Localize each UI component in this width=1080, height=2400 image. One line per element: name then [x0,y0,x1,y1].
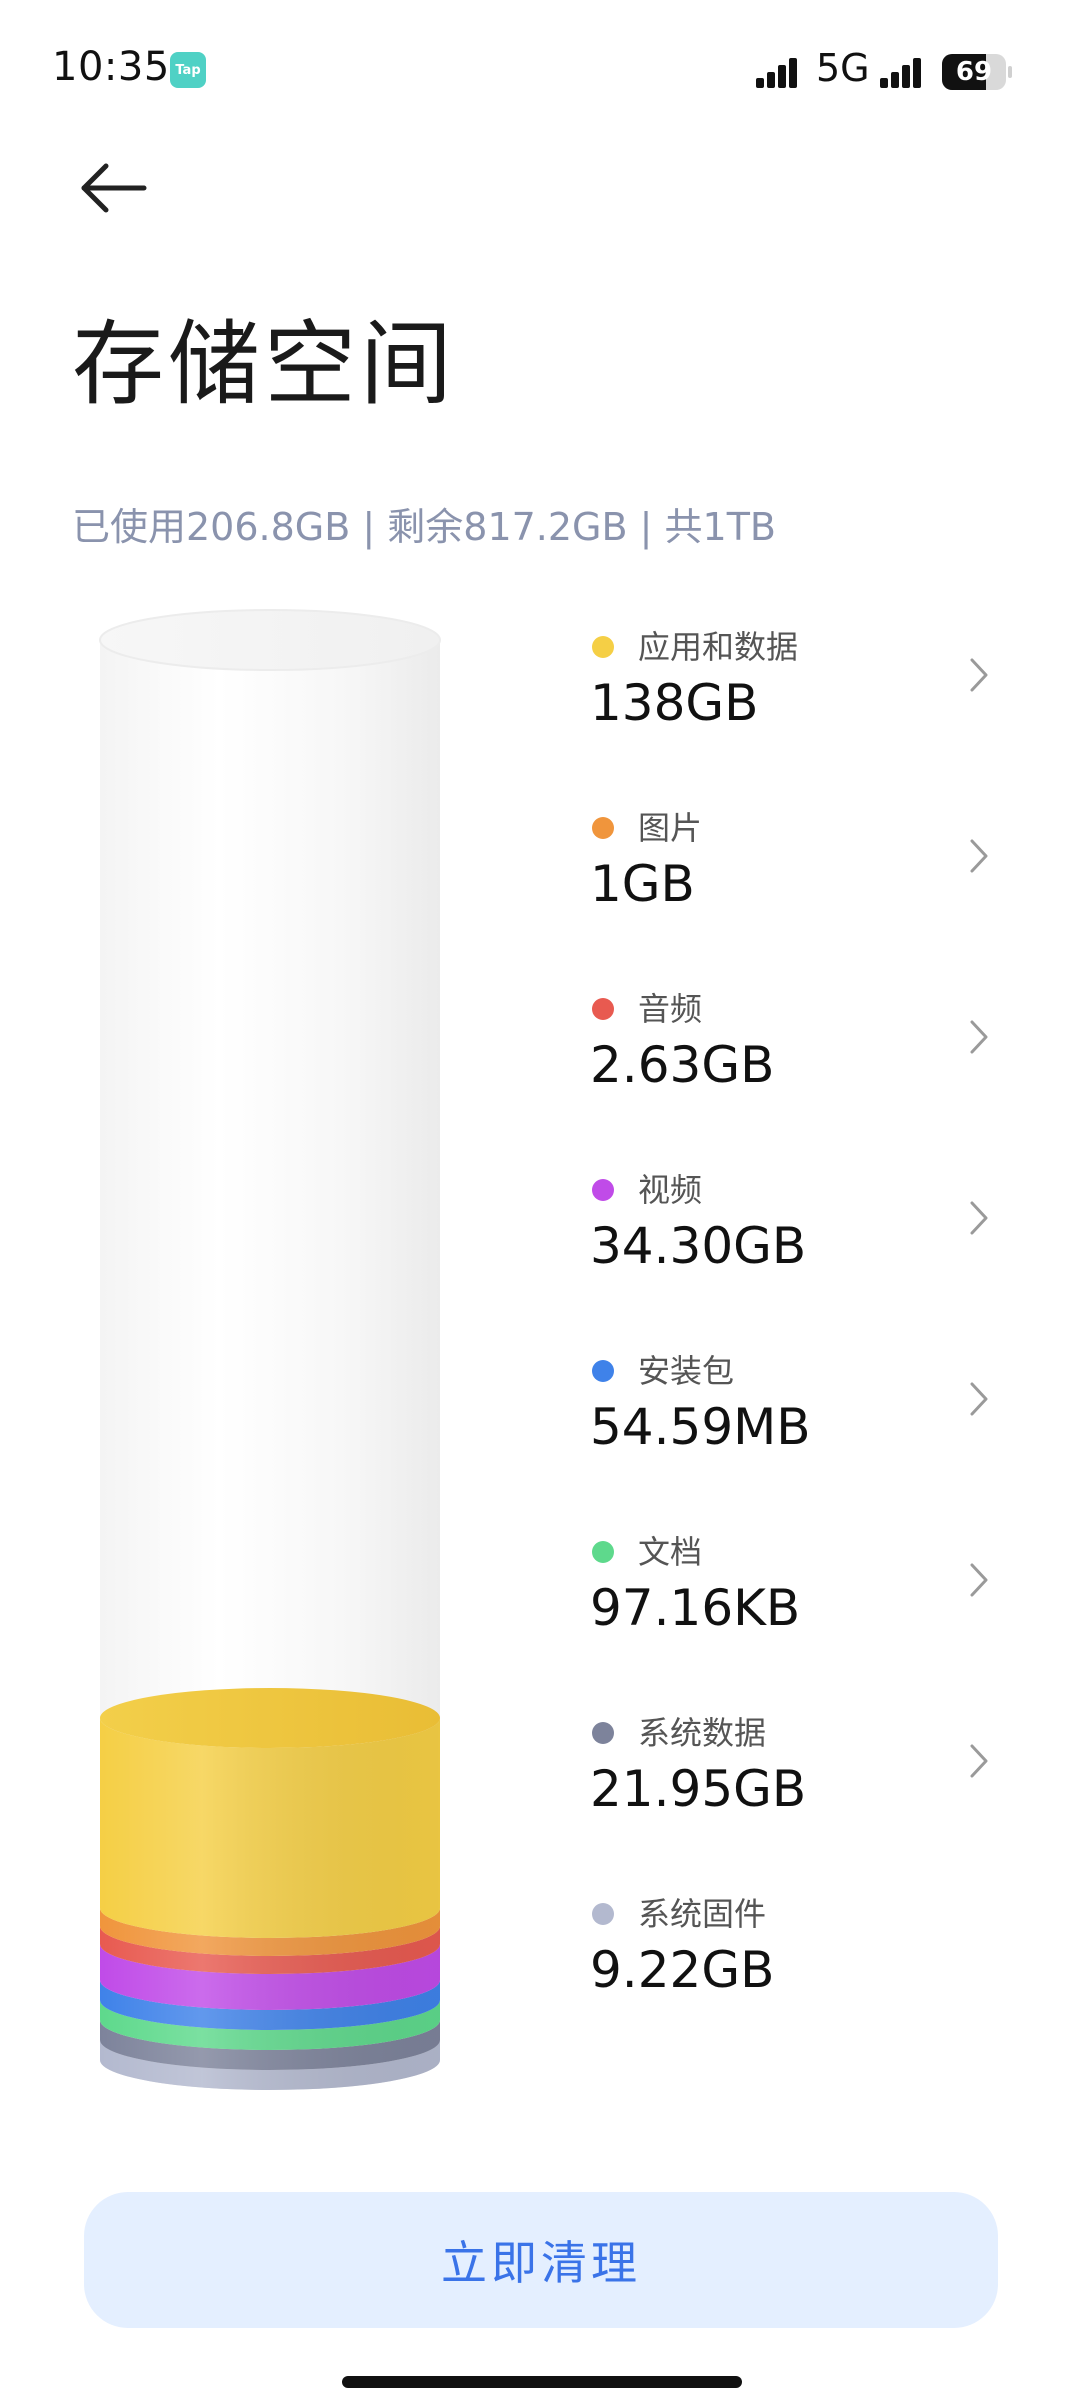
status-bar: 10:35 Tap 5G 69 [0,0,1080,140]
category-label: 系统数据 [638,1714,767,1752]
arrow-left-icon [81,163,147,213]
storage-summary: 已使用206.8GB | 剩余817.2GB | 共1TB [72,505,776,549]
storage-category-item[interactable]: 安装包 54.59MB [590,1334,1010,1474]
chevron-right-icon [970,1563,988,1597]
tap-app-icon: Tap [170,52,206,88]
page-title: 存储空间 [72,311,457,418]
category-size: 2.63GB [590,1036,775,1094]
category-size: 138GB [590,674,759,732]
storage-category-item[interactable]: 系统数据 21.95GB [590,1696,1010,1836]
category-color-dot [592,998,614,1020]
category-size: 1GB [590,855,695,913]
chevron-right-icon [970,1382,988,1416]
cylinder-fill-top [100,1688,440,1748]
category-label: 文档 [638,1533,703,1571]
category-label: 视频 [638,1171,703,1209]
signal-strength-icon [756,58,797,88]
category-color-dot [592,636,614,658]
category-label: 系统固件 [638,1895,767,1933]
category-size: 97.16KB [590,1579,801,1637]
storage-category-item: 系统固件 9.22GB [590,1877,1010,2017]
home-indicator[interactable] [342,2376,742,2388]
category-size: 34.30GB [590,1217,807,1275]
status-time: 10:35 [52,44,170,90]
category-size: 21.95GB [590,1760,807,1818]
category-label: 应用和数据 [638,628,799,666]
category-label: 音频 [638,990,703,1028]
signal-strength-icon [880,58,921,88]
category-color-dot [592,817,614,839]
chevron-right-icon [970,1744,988,1778]
chevron-right-icon [970,1020,988,1054]
storage-category-item[interactable]: 应用和数据 138GB [590,610,1010,750]
category-label: 图片 [638,809,703,847]
category-size: 9.22GB [590,1941,775,1999]
storage-category-item[interactable]: 图片 1GB [590,791,1010,931]
storage-category-item[interactable]: 文档 97.16KB [590,1515,1010,1655]
chevron-right-icon [970,1201,988,1235]
storage-category-item[interactable]: 音频 2.63GB [590,972,1010,1112]
cylinder-segment [100,1718,440,1938]
storage-category-item[interactable]: 视频 34.30GB [590,1153,1010,1293]
battery-percent: 69 [955,57,993,87]
chevron-right-icon [970,658,988,692]
back-button[interactable] [70,150,160,230]
category-color-dot [592,1903,614,1925]
chevron-right-icon [970,839,988,873]
network-type-label: 5G [816,46,870,90]
category-color-dot [592,1541,614,1563]
storage-cylinder-chart [99,609,441,2090]
category-color-dot [592,1179,614,1201]
storage-segments [100,1688,440,2090]
category-color-dot [592,1722,614,1744]
category-label: 安装包 [638,1352,735,1390]
battery-icon: 69 [942,54,1012,90]
clean-now-button[interactable]: 立即清理 [84,2192,998,2328]
category-color-dot [592,1360,614,1382]
category-size: 54.59MB [590,1398,811,1456]
